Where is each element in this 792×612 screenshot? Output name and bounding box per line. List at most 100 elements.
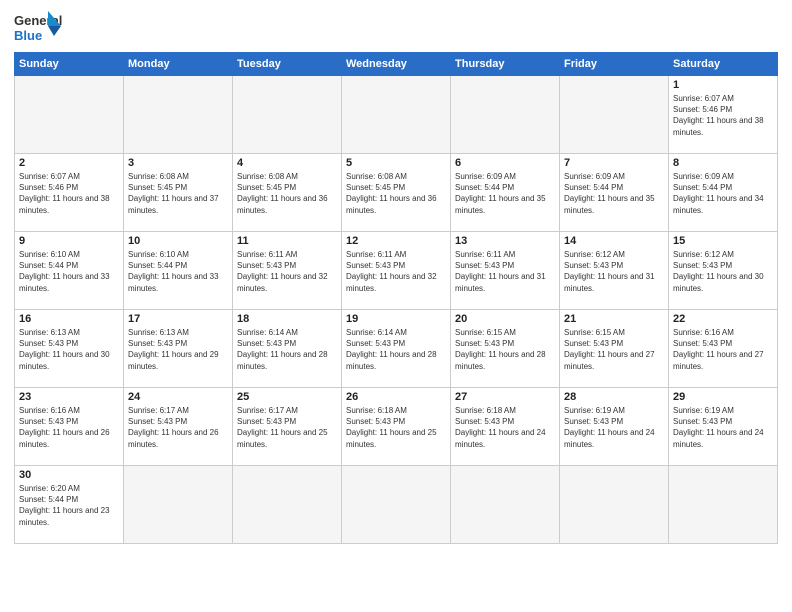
weekday-header-saturday: Saturday	[669, 53, 778, 76]
calendar-day-cell: 22Sunrise: 6:16 AMSunset: 5:43 PMDayligh…	[669, 310, 778, 388]
calendar-day-cell: 6Sunrise: 6:09 AMSunset: 5:44 PMDaylight…	[451, 154, 560, 232]
calendar-day-cell	[669, 466, 778, 544]
calendar-week-row: 9 Sunrise: 6:10 AMSunset: 5:44 PMDaylight…	[15, 232, 778, 310]
day-number: 20	[455, 313, 555, 325]
calendar-week-row: 1 Sunrise: 6:07 AMSunset: 5:46 PMDaylight…	[15, 76, 778, 154]
calendar-day-cell: 19 Sunrise: 6:14 AMSunset: 5:43 PMDayligh…	[342, 310, 451, 388]
weekday-header-thursday: Thursday	[451, 53, 560, 76]
day-info: Sunrise: 6:17 AMSunset: 5:43 PMDaylight:…	[237, 405, 337, 450]
calendar-day-cell: 28 Sunrise: 6:19 AMSunset: 5:43 PMDayligh…	[560, 388, 669, 466]
calendar-day-cell	[15, 76, 124, 154]
day-info: Sunrise: 6:12 AMSunset: 5:43 PMDaylight:…	[673, 249, 773, 294]
calendar-day-cell	[342, 76, 451, 154]
day-info: Sunrise: 6:11 AMSunset: 5:43 PMDaylight:…	[346, 249, 446, 294]
calendar-day-cell: 12 Sunrise: 6:11 AMSunset: 5:43 PMDayligh…	[342, 232, 451, 310]
calendar-day-cell: 26 Sunrise: 6:18 AMSunset: 5:43 PMDayligh…	[342, 388, 451, 466]
weekday-header-sunday: Sunday	[15, 53, 124, 76]
calendar-day-cell	[233, 466, 342, 544]
day-info: Sunrise: 6:14 AMSunset: 5:43 PMDaylight:…	[346, 327, 446, 372]
calendar-day-cell: 2 Sunrise: 6:07 AMSunset: 5:46 PMDaylight…	[15, 154, 124, 232]
day-info: Sunrise: 6:08 AMSunset: 5:45 PMDaylight:…	[128, 171, 228, 216]
day-number: 30	[19, 469, 119, 481]
logo: GeneralBlue	[14, 10, 64, 46]
day-number: 23	[19, 391, 119, 403]
day-info: Sunrise: 6:19 AMSunset: 5:43 PMDaylight:…	[564, 405, 664, 450]
weekday-header-wednesday: Wednesday	[342, 53, 451, 76]
calendar-day-cell: 24Sunrise: 6:17 AMSunset: 5:43 PMDayligh…	[124, 388, 233, 466]
day-number: 11	[237, 235, 337, 247]
day-info: Sunrise: 6:09 AMSunset: 5:44 PMDaylight:…	[455, 171, 555, 216]
day-info: Sunrise: 6:11 AMSunset: 5:43 PMDaylight:…	[237, 249, 337, 294]
calendar-day-cell: 10Sunrise: 6:10 AMSunset: 5:44 PMDayligh…	[124, 232, 233, 310]
day-info: Sunrise: 6:12 AMSunset: 5:43 PMDaylight:…	[564, 249, 664, 294]
day-number: 14	[564, 235, 664, 247]
day-number: 28	[564, 391, 664, 403]
calendar-day-cell: 29 Sunrise: 6:19 AMSunset: 5:43 PMDayligh…	[669, 388, 778, 466]
day-number: 13	[455, 235, 555, 247]
day-number: 15	[673, 235, 773, 247]
calendar-day-cell: 20 Sunrise: 6:15 AMSunset: 5:43 PMDayligh…	[451, 310, 560, 388]
day-number: 16	[19, 313, 119, 325]
day-info: Sunrise: 6:19 AMSunset: 5:43 PMDaylight:…	[673, 405, 773, 450]
day-number: 3	[128, 157, 228, 169]
day-info: Sunrise: 6:15 AMSunset: 5:43 PMDaylight:…	[455, 327, 555, 372]
day-number: 10	[128, 235, 228, 247]
day-number: 29	[673, 391, 773, 403]
day-info: Sunrise: 6:10 AMSunset: 5:44 PMDaylight:…	[19, 249, 119, 294]
calendar-day-cell: 7Sunrise: 6:09 AMSunset: 5:44 PMDaylight…	[560, 154, 669, 232]
calendar-day-cell: 3 Sunrise: 6:08 AMSunset: 5:45 PMDaylight…	[124, 154, 233, 232]
calendar-day-cell: 30Sunrise: 6:20 AMSunset: 5:44 PMDayligh…	[15, 466, 124, 544]
weekday-header-friday: Friday	[560, 53, 669, 76]
day-number: 5	[346, 157, 446, 169]
calendar: SundayMondayTuesdayWednesdayThursdayFrid…	[14, 52, 778, 544]
day-number: 22	[673, 313, 773, 325]
calendar-day-cell: 4Sunrise: 6:08 AMSunset: 5:45 PMDaylight…	[233, 154, 342, 232]
day-info: Sunrise: 6:07 AMSunset: 5:46 PMDaylight:…	[19, 171, 119, 216]
weekday-header-tuesday: Tuesday	[233, 53, 342, 76]
calendar-week-row: 30Sunrise: 6:20 AMSunset: 5:44 PMDayligh…	[15, 466, 778, 544]
day-info: Sunrise: 6:07 AMSunset: 5:46 PMDaylight:…	[673, 93, 773, 138]
calendar-day-cell	[560, 466, 669, 544]
calendar-week-row: 16 Sunrise: 6:13 AMSunset: 5:43 PMDayligh…	[15, 310, 778, 388]
calendar-day-cell: 23 Sunrise: 6:16 AMSunset: 5:43 PMDayligh…	[15, 388, 124, 466]
calendar-day-cell: 9 Sunrise: 6:10 AMSunset: 5:44 PMDaylight…	[15, 232, 124, 310]
day-info: Sunrise: 6:15 AMSunset: 5:43 PMDaylight:…	[564, 327, 664, 372]
calendar-week-row: 2 Sunrise: 6:07 AMSunset: 5:46 PMDaylight…	[15, 154, 778, 232]
calendar-day-cell: 8Sunrise: 6:09 AMSunset: 5:44 PMDaylight…	[669, 154, 778, 232]
day-info: Sunrise: 6:08 AMSunset: 5:45 PMDaylight:…	[237, 171, 337, 216]
day-number: 17	[128, 313, 228, 325]
day-number: 25	[237, 391, 337, 403]
header-area: GeneralBlue	[14, 10, 778, 46]
logo-icon: GeneralBlue	[14, 10, 64, 46]
calendar-day-cell	[233, 76, 342, 154]
day-info: Sunrise: 6:18 AMSunset: 5:43 PMDaylight:…	[346, 405, 446, 450]
day-number: 19	[346, 313, 446, 325]
calendar-day-cell: 21Sunrise: 6:15 AMSunset: 5:43 PMDayligh…	[560, 310, 669, 388]
day-number: 1	[673, 79, 773, 91]
day-info: Sunrise: 6:13 AMSunset: 5:43 PMDaylight:…	[128, 327, 228, 372]
day-number: 2	[19, 157, 119, 169]
calendar-day-cell: 27 Sunrise: 6:18 AMSunset: 5:43 PMDayligh…	[451, 388, 560, 466]
day-info: Sunrise: 6:16 AMSunset: 5:43 PMDaylight:…	[19, 405, 119, 450]
calendar-day-cell: 14 Sunrise: 6:12 AMSunset: 5:43 PMDayligh…	[560, 232, 669, 310]
day-info: Sunrise: 6:13 AMSunset: 5:43 PMDaylight:…	[19, 327, 119, 372]
day-info: Sunrise: 6:18 AMSunset: 5:43 PMDaylight:…	[455, 405, 555, 450]
calendar-day-cell	[124, 466, 233, 544]
calendar-day-cell: 11 Sunrise: 6:11 AMSunset: 5:43 PMDayligh…	[233, 232, 342, 310]
day-info: Sunrise: 6:09 AMSunset: 5:44 PMDaylight:…	[673, 171, 773, 216]
calendar-day-cell	[560, 76, 669, 154]
weekday-header-row: SundayMondayTuesdayWednesdayThursdayFrid…	[15, 53, 778, 76]
day-number: 9	[19, 235, 119, 247]
day-number: 26	[346, 391, 446, 403]
calendar-day-cell: 1 Sunrise: 6:07 AMSunset: 5:46 PMDaylight…	[669, 76, 778, 154]
day-info: Sunrise: 6:09 AMSunset: 5:44 PMDaylight:…	[564, 171, 664, 216]
calendar-day-cell	[451, 466, 560, 544]
weekday-header-monday: Monday	[124, 53, 233, 76]
calendar-day-cell: 18Sunrise: 6:14 AMSunset: 5:43 PMDayligh…	[233, 310, 342, 388]
day-info: Sunrise: 6:08 AMSunset: 5:45 PMDaylight:…	[346, 171, 446, 216]
svg-text:Blue: Blue	[14, 28, 42, 43]
day-info: Sunrise: 6:14 AMSunset: 5:43 PMDaylight:…	[237, 327, 337, 372]
day-number: 27	[455, 391, 555, 403]
page: GeneralBlue SundayMondayTuesdayWednesday…	[0, 0, 792, 612]
day-number: 12	[346, 235, 446, 247]
